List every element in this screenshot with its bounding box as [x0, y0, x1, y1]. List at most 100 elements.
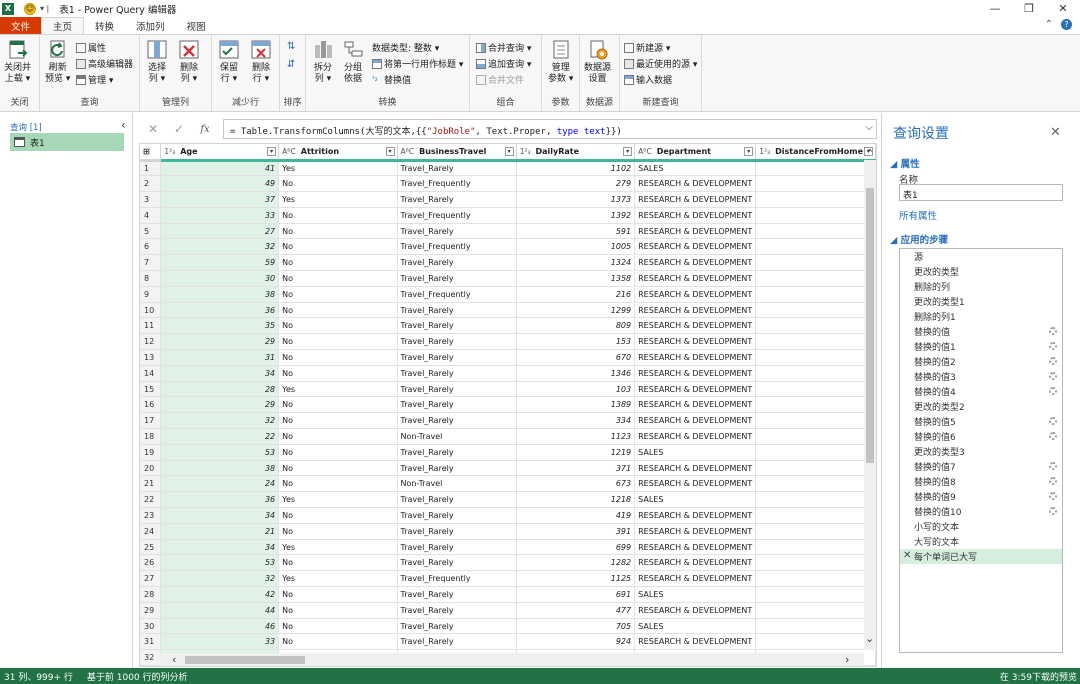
cell-daily-rate[interactable]: 1219: [516, 444, 636, 461]
row-number[interactable]: 15: [140, 381, 162, 398]
collapse-queries-icon[interactable]: ‹: [121, 118, 126, 132]
cell-department[interactable]: RESEARCH & DEVELOPMENT: [634, 602, 757, 619]
quick-access-dropdown[interactable]: ▾ |: [40, 4, 49, 13]
column-filter-dropdown-icon[interactable]: ▾: [744, 147, 754, 156]
all-properties-link[interactable]: 所有属性: [899, 208, 937, 222]
cell-daily-rate[interactable]: 673: [516, 475, 636, 493]
column-type-icon[interactable]: 1²₃: [520, 147, 531, 156]
cell-age[interactable]: 34: [160, 507, 280, 524]
cell-business-travel[interactable]: Travel_Rarely: [397, 333, 517, 351]
expand-formula-icon[interactable]: ⌵: [865, 122, 873, 133]
properties-header[interactable]: ◢ 属性: [890, 156, 920, 170]
row-number[interactable]: 27: [140, 570, 162, 588]
row-number[interactable]: 2: [140, 175, 162, 193]
cell-age[interactable]: 28: [160, 381, 280, 398]
minimize-button[interactable]: —: [978, 0, 1012, 17]
cell-business-travel[interactable]: Travel_Rarely: [397, 381, 517, 398]
cell-department[interactable]: RESEARCH & DEVELOPMENT: [634, 175, 757, 193]
group-by-button[interactable]: 分组 依据: [342, 39, 364, 85]
row-number[interactable]: 14: [140, 365, 162, 382]
column-filter-dropdown-icon[interactable]: ▾: [385, 147, 395, 156]
refresh-preview-button[interactable]: 刷新 预览 ▾: [45, 39, 70, 85]
row-number[interactable]: 30: [140, 618, 162, 635]
cell-department[interactable]: RESEARCH & DEVELOPMENT: [634, 286, 757, 303]
cell-business-travel[interactable]: Travel_Rarely: [397, 412, 517, 430]
step-settings-gear-icon[interactable]: [1049, 387, 1057, 395]
cell-daily-rate[interactable]: 1218: [516, 491, 636, 509]
cell-daily-rate[interactable]: 691: [516, 586, 636, 603]
cell-age[interactable]: 33: [160, 633, 280, 651]
cell-department[interactable]: RESEARCH & DEVELOPMENT: [634, 523, 757, 540]
cell-daily-rate[interactable]: 1125: [516, 570, 636, 588]
cell-daily-rate[interactable]: 1299: [516, 302, 636, 319]
vertical-scroll-thumb[interactable]: [866, 188, 874, 463]
cell-attrition[interactable]: No: [278, 349, 398, 366]
cell-daily-rate[interactable]: 216: [516, 286, 636, 303]
cell-distance[interactable]: [755, 286, 876, 303]
row-number[interactable]: 1: [140, 160, 162, 177]
row-number[interactable]: 28: [140, 586, 162, 603]
cell-business-travel[interactable]: Travel_Rarely: [397, 444, 517, 461]
column-filter-dropdown-icon[interactable]: ▾: [267, 147, 277, 156]
cell-age[interactable]: 27: [160, 223, 280, 240]
cell-age[interactable]: 38: [160, 286, 280, 303]
cell-department[interactable]: RESEARCH & DEVELOPMENT: [634, 333, 757, 351]
cell-distance[interactable]: [755, 223, 876, 240]
cell-business-travel[interactable]: Non-Travel: [397, 428, 517, 445]
status-profiling[interactable]: 基于前 1000 行的列分析: [87, 670, 188, 683]
scroll-right-icon[interactable]: ›: [845, 653, 849, 666]
table-corner-icon[interactable]: ⊞: [140, 144, 162, 162]
cell-age[interactable]: 30: [160, 270, 280, 287]
cell-department[interactable]: RESEARCH & DEVELOPMENT: [634, 191, 757, 208]
cell-business-travel[interactable]: Travel_Rarely: [397, 586, 517, 603]
step-settings-gear-icon[interactable]: [1049, 477, 1057, 485]
cell-age[interactable]: 53: [160, 554, 280, 572]
cell-distance[interactable]: [755, 270, 876, 287]
cell-department[interactable]: RESEARCH & DEVELOPMENT: [634, 207, 757, 224]
cell-business-travel[interactable]: Travel_Rarely: [397, 317, 517, 335]
row-number[interactable]: 22: [140, 491, 162, 509]
cell-attrition[interactable]: Yes: [278, 381, 398, 398]
vertical-scrollbar[interactable]: [864, 160, 876, 650]
cell-daily-rate[interactable]: 334: [516, 412, 636, 430]
row-number[interactable]: 10: [140, 302, 162, 319]
cell-distance[interactable]: [755, 475, 876, 493]
remove-rows-button[interactable]: 删除 行 ▾: [250, 39, 272, 85]
cell-daily-rate[interactable]: 809: [516, 317, 636, 335]
cell-attrition[interactable]: Yes: [278, 491, 398, 509]
cell-business-travel[interactable]: Travel_Rarely: [397, 554, 517, 572]
cell-department[interactable]: RESEARCH & DEVELOPMENT: [634, 475, 757, 493]
cell-business-travel[interactable]: Travel_Frequently: [397, 570, 517, 588]
step-settings-gear-icon[interactable]: [1049, 492, 1057, 500]
cell-department[interactable]: RESEARCH & DEVELOPMENT: [634, 412, 757, 430]
cell-age[interactable]: 46: [160, 618, 280, 635]
cell-department[interactable]: SALES: [634, 586, 757, 603]
feedback-smiley-icon[interactable]: ☺: [24, 2, 36, 15]
cell-department[interactable]: RESEARCH & DEVELOPMENT: [634, 428, 757, 445]
cell-age[interactable]: 59: [160, 254, 280, 272]
cell-distance[interactable]: [755, 507, 876, 524]
cell-department[interactable]: RESEARCH & DEVELOPMENT: [634, 570, 757, 588]
cell-business-travel[interactable]: Non-Travel: [397, 475, 517, 493]
applied-step[interactable]: 源: [900, 249, 1062, 264]
cancel-formula-icon[interactable]: ✕: [140, 122, 166, 136]
cell-distance[interactable]: [755, 554, 876, 572]
cell-daily-rate[interactable]: 1282: [516, 554, 636, 572]
datasource-settings-button[interactable]: 数据源 设置: [584, 39, 611, 85]
cell-attrition[interactable]: Yes: [278, 160, 398, 177]
tab-file[interactable]: 文件: [0, 17, 42, 34]
cell-daily-rate[interactable]: 391: [516, 523, 636, 540]
cell-daily-rate[interactable]: 371: [516, 460, 636, 477]
cell-distance[interactable]: [755, 460, 876, 477]
help-icon[interactable]: ?: [1061, 19, 1072, 30]
row-number[interactable]: 24: [140, 523, 162, 540]
merge-queries-button[interactable]: 合并查询 ▾: [476, 41, 531, 54]
keep-rows-button[interactable]: 保留 行 ▾: [218, 39, 240, 85]
row-number[interactable]: 11: [140, 317, 162, 335]
cell-distance[interactable]: [755, 349, 876, 366]
cell-distance[interactable]: [755, 428, 876, 445]
cell-age[interactable]: 32: [160, 412, 280, 430]
cell-business-travel[interactable]: Travel_Rarely: [397, 270, 517, 287]
cell-age[interactable]: 33: [160, 207, 280, 224]
cell-attrition[interactable]: No: [278, 302, 398, 319]
